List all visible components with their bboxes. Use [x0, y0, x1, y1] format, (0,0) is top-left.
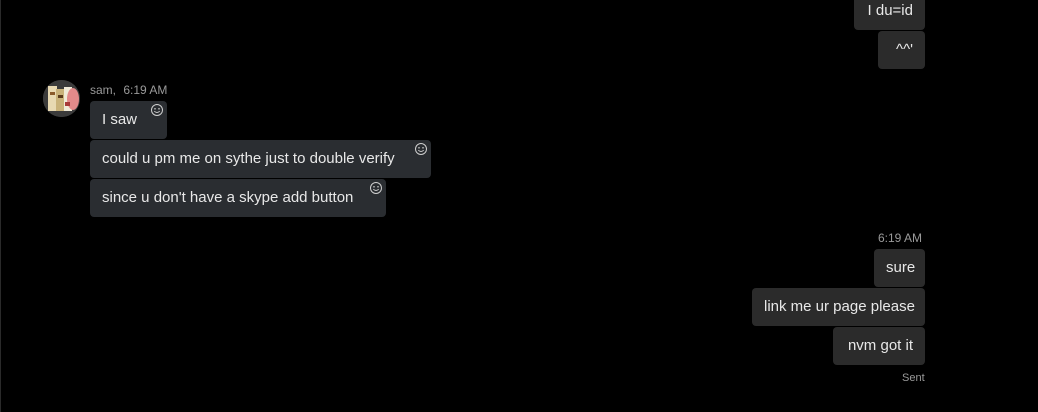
message-text: could u pm me on sythe just to double ve… [102, 150, 395, 167]
smiley-reaction-icon[interactable] [369, 181, 383, 195]
incoming-message[interactable]: could u pm me on sythe just to double ve… [90, 140, 431, 178]
avatar-image [43, 80, 80, 117]
outgoing-message[interactable]: link me ur page please [752, 288, 925, 326]
message-text: link me ur page please [764, 298, 915, 315]
outgoing-message[interactable]: nvm got it [833, 327, 925, 365]
smiley-reaction-icon[interactable] [414, 142, 428, 156]
sender-name: sam, [90, 83, 117, 97]
outgoing-message[interactable]: I du=id [854, 0, 925, 30]
message-time: 6:19 AM [123, 83, 168, 97]
message-text: I saw [102, 111, 138, 128]
message-header: sam, 6:19 AM [90, 83, 167, 97]
message-text: sure [886, 259, 916, 276]
avatar[interactable] [43, 80, 80, 117]
outgoing-message[interactable]: sure [874, 249, 925, 287]
outgoing-message[interactable]: ^^' [878, 31, 925, 69]
message-text: since u don't have a skype add button [102, 189, 354, 206]
delivery-status: Sent [902, 372, 925, 384]
message-text: ^^' [896, 41, 913, 58]
message-text: I du=id [867, 2, 913, 19]
chat-message-area: I du=id ^^' sam, 6:19 AM I saw could u p… [0, 0, 1038, 412]
smiley-reaction-icon[interactable] [150, 103, 164, 117]
message-text: nvm got it [847, 337, 913, 354]
message-time: 6:19 AM [878, 231, 923, 245]
incoming-message[interactable]: since u don't have a skype add button [90, 179, 386, 217]
